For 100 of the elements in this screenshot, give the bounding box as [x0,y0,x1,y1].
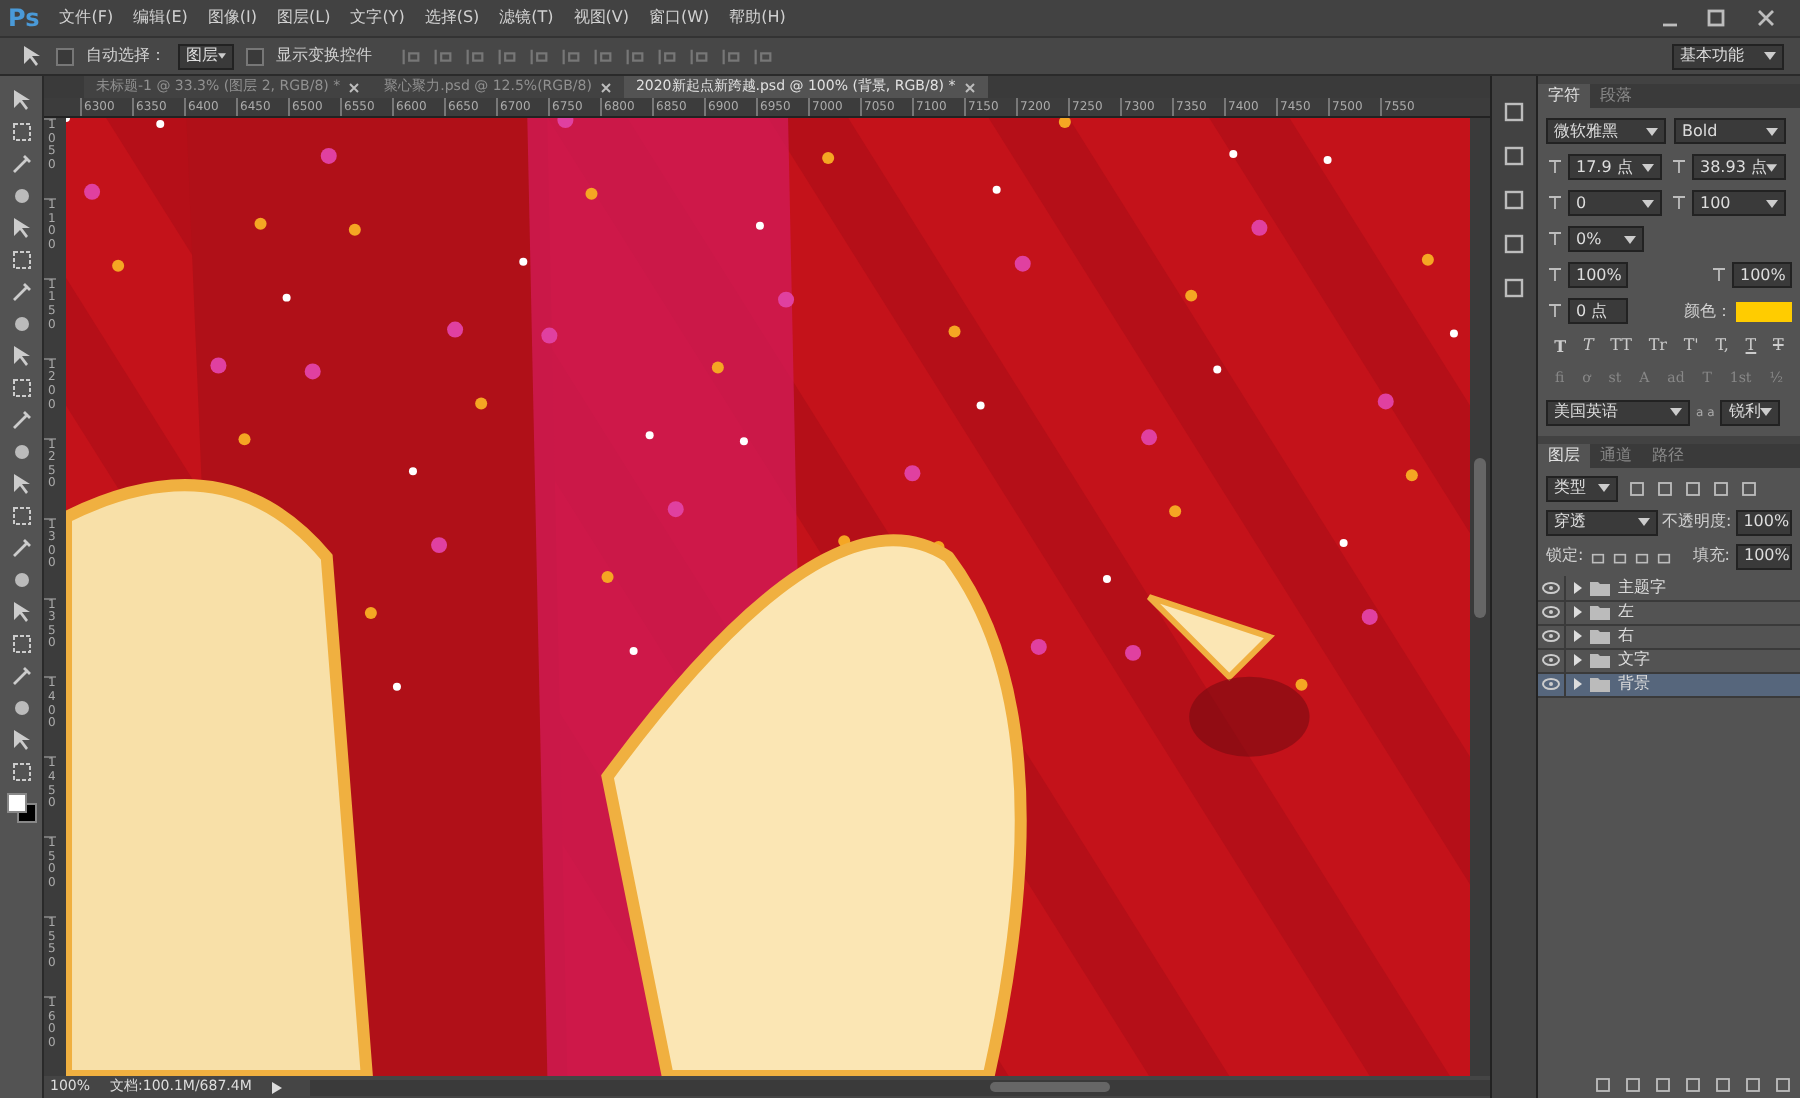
color-swatch[interactable] [1736,301,1792,321]
align-icon[interactable] [624,45,646,67]
tool-icon[interactable] [9,88,33,112]
align-icon[interactable] [432,45,454,67]
panel-tab[interactable]: 段落 [1590,84,1642,108]
visibility-toggle[interactable] [1538,576,1566,600]
type-style-button[interactable]: T [1582,334,1594,358]
align-icon[interactable] [752,45,774,67]
layer-row[interactable]: 右 [1538,625,1800,649]
language-dropdown[interactable]: 美国英语 [1546,399,1690,425]
tool-icon[interactable] [9,760,33,784]
menu-item[interactable]: 滤镜(T) [499,6,554,30]
type-style-button[interactable]: T' [1683,334,1699,358]
tool-icon[interactable] [9,696,33,720]
checkbox[interactable] [246,47,264,65]
type-style-button[interactable]: TT [1610,334,1632,358]
horizontal-scale-field[interactable]: 100% [1732,262,1792,288]
menu-item[interactable]: 图像(I) [207,6,257,30]
tsume-field[interactable]: 0% [1568,226,1644,252]
tool-icon[interactable] [9,120,33,144]
close-icon[interactable] [348,81,361,93]
tool-icon[interactable] [9,472,33,496]
opacity-field[interactable]: 100% [1735,509,1792,535]
fill-field[interactable]: 100% [1736,543,1792,569]
type-style-button[interactable]: T [1554,334,1567,358]
menu-item[interactable]: 窗口(W) [649,6,710,30]
blend-mode-dropdown[interactable]: 穿透 [1546,509,1658,535]
visibility-toggle[interactable] [1538,648,1566,672]
color-swatches-icon[interactable] [5,792,37,824]
tool-icon[interactable] [9,440,33,464]
menu-item[interactable]: 文件(F) [59,6,114,30]
tool-icon[interactable] [9,184,33,208]
align-icon[interactable] [464,45,486,67]
layer-row[interactable]: 左 [1538,601,1800,625]
type-style-button[interactable]: T [1745,334,1757,358]
menu-item[interactable]: 编辑(E) [133,6,188,30]
menu-item[interactable]: 图层(L) [276,6,331,30]
kerning-field[interactable]: 0 [1568,190,1662,216]
align-icon[interactable] [688,45,710,67]
menu-item[interactable]: 文字(Y) [350,6,405,30]
align-icon[interactable] [656,45,678,67]
close-icon[interactable] [963,81,976,93]
align-icon[interactable] [592,45,614,67]
font-size-field[interactable]: 17.9 点 [1568,154,1662,180]
panel-tab[interactable]: 字符 [1538,84,1590,108]
align-icon[interactable] [560,45,582,67]
type-style-button[interactable]: Tr [1648,334,1667,358]
close-icon[interactable] [599,81,612,93]
font-style-dropdown[interactable]: Bold [1674,118,1786,144]
menu-item[interactable]: 视图(V) [573,6,630,30]
tool-icon[interactable] [9,728,33,752]
align-icon[interactable] [496,45,518,67]
type-setting-icon[interactable] [1546,266,1564,284]
tool-icon[interactable] [9,600,33,624]
tool-icon[interactable] [9,408,33,432]
tool-icon[interactable] [9,536,33,560]
layer-row[interactable]: 文字 [1538,649,1800,673]
tool-icon[interactable] [9,568,33,592]
type-setting-icon[interactable] [1546,230,1564,248]
panel-tab[interactable]: 图层 [1538,443,1590,467]
type-setting-icon[interactable] [1670,194,1688,212]
tool-icon[interactable] [9,344,33,368]
tool-icon[interactable] [9,664,33,688]
tool-icon[interactable] [9,216,33,240]
auto-select-dropdown[interactable]: 图层 [178,43,234,69]
panel-tab[interactable]: 路径 [1642,443,1694,467]
type-style-button[interactable]: T [1772,334,1784,358]
menu-item[interactable]: 帮助(H) [729,6,786,30]
tool-icon[interactable] [9,376,33,400]
visibility-toggle[interactable] [1538,600,1566,624]
tool-icon[interactable] [9,280,33,304]
tracking-field[interactable]: 100 [1692,190,1786,216]
visibility-toggle[interactable] [1538,672,1566,696]
layer-row[interactable]: 背景 [1538,673,1800,697]
type-setting-icon[interactable] [1710,266,1728,284]
tool-icon[interactable] [9,632,33,656]
tool-icon[interactable] [9,152,33,176]
visibility-toggle[interactable] [1538,624,1566,648]
tool-icon[interactable] [9,312,33,336]
baseline-shift-field[interactable]: 0 点 [1568,298,1628,324]
type-setting-icon[interactable] [1546,158,1564,176]
tool-icon[interactable] [9,248,33,272]
align-icon[interactable] [400,45,422,67]
tool-icon[interactable] [9,504,33,528]
align-icon[interactable] [720,45,742,67]
menu-item[interactable]: 选择(S) [424,6,480,30]
play-icon[interactable] [271,1081,282,1093]
workspace-dropdown[interactable]: 基本功能 [1672,43,1784,69]
font-family-dropdown[interactable]: 微软雅黑 [1546,118,1666,144]
antialias-dropdown[interactable]: 锐利 [1720,399,1781,425]
type-setting-icon[interactable] [1546,194,1564,212]
horizontal-scrollbar[interactable] [309,1079,1490,1095]
layer-row[interactable]: 主题字 [1538,577,1800,601]
align-icon[interactable] [528,45,550,67]
leading-field[interactable]: 38.93 点 [1692,154,1786,180]
type-setting-icon[interactable] [1546,302,1564,320]
layer-filter-dropdown[interactable]: 类型 [1546,475,1618,501]
type-style-button[interactable]: T, [1715,334,1729,358]
panel-tab[interactable]: 通道 [1590,443,1642,467]
move-tool-icon[interactable] [20,44,44,68]
